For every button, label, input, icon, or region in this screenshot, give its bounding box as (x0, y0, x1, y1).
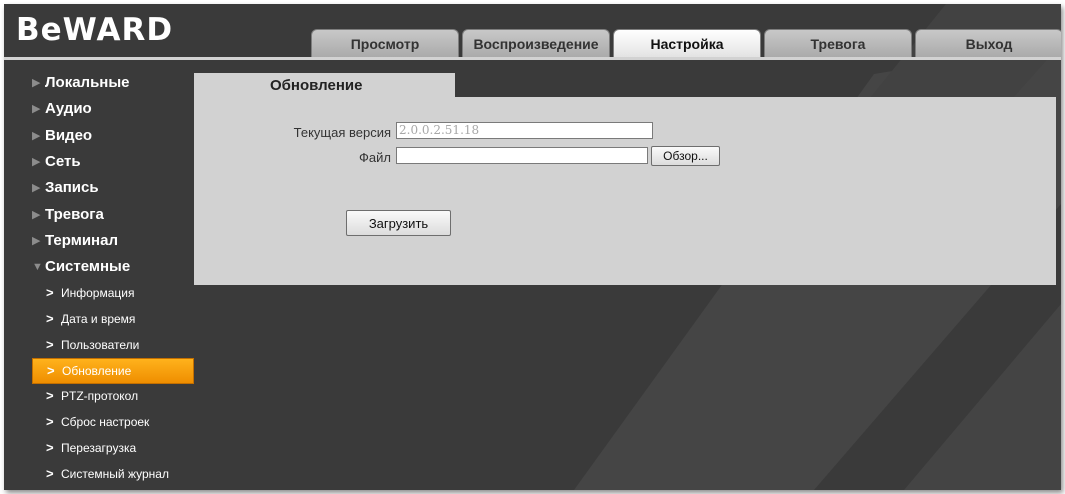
tab-logout[interactable]: Выход (915, 29, 1061, 58)
triangle-right-icon: ▶ (32, 208, 41, 221)
sidebar-item-audio[interactable]: ▶ Аудио (32, 96, 194, 122)
sidebar-item-alarm[interactable]: ▶ Тревога (32, 201, 194, 227)
sidebar-subitem-label: Информация (61, 286, 135, 301)
sidebar-subitem-label: Перезагрузка (61, 441, 137, 456)
triangle-right-icon: ▶ (32, 77, 41, 90)
sidebar-item-label: Запись (45, 179, 99, 197)
top-tabs: Просмотр Воспроизведение Настройка Трево… (311, 29, 1061, 58)
sidebar-subitem-ptz[interactable]: > PTZ-протокол (32, 384, 194, 410)
file-label: Файл (359, 150, 391, 165)
sidebar-subitem-label: Системный журнал (61, 466, 169, 481)
sidebar-subitem-label: Пользователи (61, 337, 140, 352)
sidebar-item-video[interactable]: ▶ Видео (32, 123, 194, 149)
file-path-input[interactable] (396, 147, 648, 164)
sidebar-subitem-reboot[interactable]: > Перезагрузка (32, 435, 194, 461)
tab-settings[interactable]: Настройка (613, 29, 761, 58)
chevron-right-icon: > (46, 440, 54, 456)
upload-button[interactable]: Загрузить (346, 210, 451, 236)
chevron-right-icon: > (46, 285, 54, 301)
sidebar-item-local[interactable]: ▶ Локальные (32, 70, 194, 96)
sidebar: ▶ Локальные ▶ Аудио ▶ Видео ▶ Сеть ▶ Зап… (32, 70, 194, 487)
sidebar-item-label: Видео (45, 126, 93, 144)
sidebar-item-label: Локальные (45, 74, 130, 92)
sidebar-subitem-reset[interactable]: > Сброс настроек (32, 409, 194, 435)
sidebar-item-terminal[interactable]: ▶ Терминал (32, 228, 194, 254)
chevron-right-icon: > (46, 336, 54, 352)
panel-title: Обновление (194, 73, 455, 97)
sidebar-subitem-users[interactable]: > Пользователи (32, 332, 194, 358)
sidebar-item-system[interactable]: ▼ Системные (32, 254, 194, 280)
triangle-right-icon: ▶ (32, 103, 41, 116)
brand-logo: BeWARD (16, 12, 174, 48)
chevron-right-icon: > (46, 414, 54, 430)
sidebar-subitem-datetime[interactable]: > Дата и время (32, 306, 194, 332)
chevron-right-icon: > (46, 311, 54, 327)
sidebar-subitem-info[interactable]: > Информация (32, 280, 194, 306)
sidebar-item-record[interactable]: ▶ Запись (32, 175, 194, 201)
sidebar-item-network[interactable]: ▶ Сеть (32, 149, 194, 175)
triangle-right-icon: ▶ (32, 234, 41, 247)
triangle-right-icon: ▶ (32, 182, 41, 195)
update-panel: Текущая версия 2.0.0.2.51.18 Файл Обзор.… (194, 97, 1056, 285)
sidebar-item-label: Системные (45, 258, 131, 276)
tab-alarm[interactable]: Тревога (764, 29, 912, 58)
sidebar-item-label: Тревога (45, 205, 104, 223)
sidebar-item-label: Аудио (45, 100, 92, 118)
chevron-right-icon: > (46, 465, 54, 481)
triangle-right-icon: ▶ (32, 156, 41, 169)
chevron-right-icon: > (46, 388, 54, 404)
triangle-right-icon: ▶ (32, 129, 41, 142)
sidebar-subitem-label: PTZ-протокол (61, 389, 139, 404)
sidebar-item-label: Терминал (45, 231, 118, 249)
tabs-divider (4, 57, 1061, 60)
sidebar-subitem-label: Обновление (62, 363, 132, 378)
chevron-right-icon: > (47, 362, 55, 378)
sidebar-subitem-label: Дата и время (61, 312, 136, 327)
current-version-field: 2.0.0.2.51.18 (396, 122, 653, 139)
browse-button[interactable]: Обзор... (651, 146, 720, 166)
tab-playback[interactable]: Воспроизведение (462, 29, 610, 58)
sidebar-subitem-update[interactable]: > Обновление (32, 357, 194, 384)
sidebar-subitem-label: Сброс настроек (61, 415, 150, 430)
current-version-label: Текущая версия (293, 125, 391, 140)
sidebar-item-label: Сеть (45, 153, 81, 171)
sidebar-subitem-syslog[interactable]: > Системный журнал (32, 461, 194, 487)
triangle-down-icon: ▼ (32, 261, 43, 274)
app-frame: BeWARD Просмотр Воспроизведение Настройк… (4, 4, 1061, 490)
tab-view[interactable]: Просмотр (311, 29, 459, 58)
